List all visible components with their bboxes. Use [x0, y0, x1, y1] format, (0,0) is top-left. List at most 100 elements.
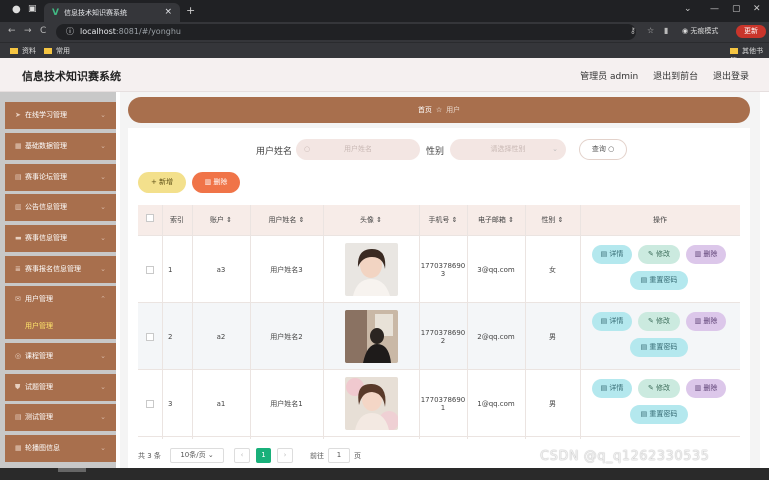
incognito-label[interactable]: ◉ 无痕模式	[682, 26, 718, 36]
bookmark-item[interactable]: 资料	[10, 46, 36, 56]
sidebar-item-notice[interactable]: ▥ 公告信息管理 ⌄	[5, 194, 116, 221]
search-icon: ○	[304, 145, 311, 153]
delete-button[interactable]: ▥ 删除	[686, 312, 726, 331]
grid-icon: ▦	[15, 444, 22, 452]
watermark: CSDN @q_q1262330535	[540, 449, 710, 464]
app-title: 信息技术知识赛系统	[22, 70, 121, 83]
sidebar-item-forum[interactable]: ▤ 赛事论坛管理 ⌄	[5, 164, 116, 191]
select-all-checkbox[interactable]	[146, 214, 154, 222]
reset-password-button[interactable]: ▤ 重置密码	[630, 405, 688, 424]
prev-page-button[interactable]: ‹	[234, 448, 250, 463]
reset-password-button[interactable]: ▤ 重置密码	[630, 271, 688, 290]
logout-link[interactable]: 退出登录	[713, 72, 749, 82]
sidebar-item-questions[interactable]: ⛊ 试题管理 ⌄	[5, 374, 116, 401]
row-checkbox[interactable]	[146, 265, 154, 274]
sidepanel-icon[interactable]: ▮	[664, 26, 668, 35]
row-checkbox[interactable]	[146, 332, 154, 341]
chevron-down-icon: ⌄	[100, 142, 106, 150]
breadcrumb-home[interactable]: 首页	[418, 106, 432, 114]
sidebar-item-learning[interactable]: ➤ 在线学习管理 ⌄	[5, 102, 116, 129]
trash-icon: ▥	[694, 384, 702, 392]
close-window-button[interactable]: ✕	[753, 4, 761, 14]
bookmark-item[interactable]: 常用	[44, 46, 70, 56]
sidebar-item-label: 公告信息管理	[25, 203, 67, 211]
table-row: 1 a3 用户姓名3 17703786903 3@qq.com 女 ▤ 详情	[138, 236, 740, 303]
col-email-label: 电子邮箱	[477, 216, 506, 224]
chrome-menu-icon[interactable]: ●	[12, 4, 21, 15]
sidebar-item-label: 在线学习管理	[25, 111, 67, 119]
row-checkbox[interactable]	[146, 399, 154, 408]
browser-tab[interactable]: V 信息技术知识赛系统 ×	[44, 3, 180, 22]
header-links: 管理员 admin 退出到前台 退出登录	[568, 69, 749, 82]
col-gender[interactable]: 性别 ⇕	[525, 205, 580, 236]
avatar[interactable]	[344, 310, 398, 363]
next-page-button[interactable]: ›	[277, 448, 293, 463]
page-size-select[interactable]: 10条/页 ⌄	[170, 448, 224, 463]
sidebar-item-registration[interactable]: ≣ 赛事报名信息管理 ⌄	[5, 256, 116, 283]
name-search-input[interactable]: ○ 用户姓名	[296, 139, 420, 160]
col-email[interactable]: 电子邮箱 ⇕	[467, 205, 525, 236]
chevron-down-icon: ⌄	[100, 444, 106, 452]
query-button[interactable]: 查询 ○	[579, 139, 627, 160]
goto-label: 前往	[310, 452, 324, 460]
back-icon[interactable]: ←	[8, 26, 16, 36]
table-header: 索引 账户 ⇕ 用户姓名 ⇕ 头像 ⇕ 手机号 ⇕ 电子邮箱 ⇕ 性别 ⇕ 操作	[138, 205, 740, 236]
sidebar-item-users[interactable]: ✉ 用户管理 ⌃	[5, 286, 116, 313]
delete-button[interactable]: ▥ 删除	[686, 379, 726, 398]
sidebar-subitem-users[interactable]: 用户管理	[5, 313, 116, 339]
tab-search-icon[interactable]: ⌄	[684, 4, 692, 14]
sidebar-item-basic-data[interactable]: ▦ 基础数据管理 ⌄	[5, 133, 116, 160]
window-icon[interactable]: ▣	[28, 4, 37, 14]
sidebar-item-label: 用户管理	[25, 295, 53, 303]
sidebar-item-test[interactable]: ▤ 测试管理 ⌄	[5, 404, 116, 431]
star-icon[interactable]: ☆	[647, 26, 654, 35]
key-icon[interactable]: ⚷	[630, 26, 636, 35]
new-tab-button[interactable]: +	[186, 4, 195, 17]
gender-select[interactable]: 请选择性别 ⌄	[450, 139, 566, 160]
page-number[interactable]: 1	[256, 448, 271, 463]
detail-label: 详情	[609, 317, 624, 325]
edit-button[interactable]: ✎ 修改	[638, 379, 680, 398]
close-tab-icon[interactable]: ×	[164, 7, 172, 17]
detail-button[interactable]: ▤ 详情	[592, 312, 632, 331]
page-size-value: 10条/页	[180, 451, 206, 459]
row-select-cell	[138, 303, 162, 370]
cell-gender: 男	[549, 399, 556, 408]
exit-to-front-link[interactable]: 退出到前台	[653, 72, 698, 82]
reset-password-button[interactable]: ▤ 重置密码	[630, 338, 688, 357]
update-button[interactable]: 更新	[736, 25, 766, 38]
maximize-button[interactable]: ▢	[732, 4, 741, 14]
col-avatar[interactable]: 头像 ⇕	[323, 205, 419, 236]
url-field[interactable]: ⓘ localhost:8081/#/yonghu	[56, 24, 636, 40]
cell-name: 用户姓名3	[270, 265, 303, 274]
col-account[interactable]: 账户 ⇕	[192, 205, 250, 236]
batch-delete-button[interactable]: ▥ 删除	[192, 172, 240, 193]
col-phone-label: 手机号	[428, 216, 450, 224]
sidebar-item-course[interactable]: ◎ 课程管理 ⌄	[5, 343, 116, 370]
reload-icon[interactable]: C	[40, 26, 46, 36]
goto-page-input[interactable]: 1	[328, 448, 350, 463]
delete-button[interactable]: ▥ 删除	[686, 245, 726, 264]
detail-button[interactable]: ▤ 详情	[592, 245, 632, 264]
card-icon: ▬	[15, 234, 22, 242]
reset-icon: ▤	[640, 276, 648, 284]
sort-icon: ⇕	[226, 216, 233, 224]
forward-icon[interactable]: →	[24, 26, 32, 36]
avatar[interactable]	[344, 243, 398, 296]
edit-button[interactable]: ✎ 修改	[638, 245, 680, 264]
edit-button[interactable]: ✎ 修改	[638, 312, 680, 331]
sidebar-item-carousel[interactable]: ▦ 轮播图信息 ⌄	[5, 435, 116, 462]
col-name[interactable]: 用户姓名 ⇕	[250, 205, 323, 236]
detail-button[interactable]: ▤ 详情	[592, 379, 632, 398]
cell-account: a2	[216, 332, 226, 341]
minimize-button[interactable]: —	[710, 4, 719, 14]
info-icon[interactable]: ⓘ	[66, 27, 74, 36]
sidebar-item-event[interactable]: ▬ 赛事信息管理 ⌄	[5, 225, 116, 252]
avatar[interactable]	[344, 377, 398, 430]
add-button[interactable]: + 新增	[138, 172, 186, 193]
edit-label: 修改	[656, 384, 671, 392]
delete-label: 删除	[703, 317, 718, 325]
scrollbar-thumb[interactable]	[58, 468, 86, 472]
col-phone[interactable]: 手机号 ⇕	[419, 205, 467, 236]
cell-account: a1	[216, 399, 226, 408]
